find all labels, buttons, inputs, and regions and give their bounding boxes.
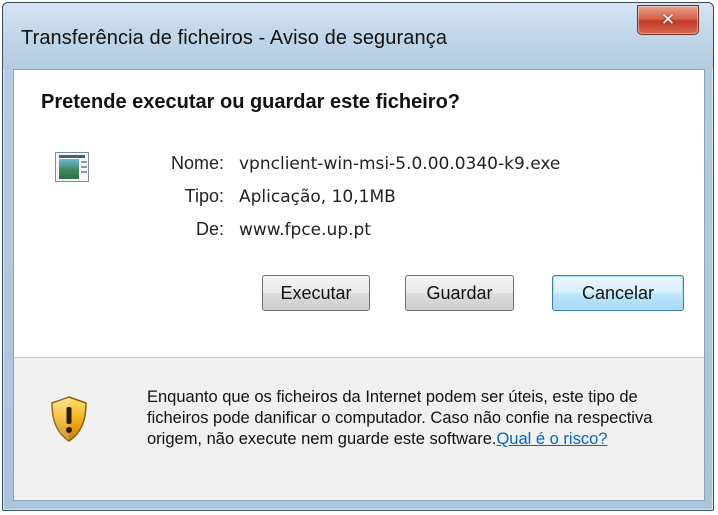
cancel-button[interactable]: Cancelar — [552, 275, 684, 311]
type-value: Aplicação, 10,1MB — [239, 187, 396, 207]
risk-link[interactable]: Qual é o risco? — [496, 430, 607, 448]
name-label: Nome: — [170, 153, 224, 173]
security-shield-icon — [51, 396, 87, 442]
dialog-heading: Pretende executar ou guardar este fichei… — [41, 91, 461, 113]
save-button[interactable]: Guardar — [405, 275, 514, 311]
type-label: Tipo: — [184, 186, 224, 206]
run-button[interactable]: Executar — [262, 275, 370, 311]
warning-text-block: Enquanto que os ficheiros da Internet po… — [147, 387, 692, 450]
from-label: De: — [195, 219, 224, 239]
name-value: vpnclient-win-msi-5.0.00.0340-k9.exe — [239, 154, 561, 174]
dialog-body: Pretende executar ou guardar este fichei… — [13, 69, 705, 501]
close-button[interactable]: ✕ — [637, 5, 699, 35]
title-bar[interactable]: Transferência de ficheiros - Aviso de se… — [3, 3, 713, 69]
dialog-window: Transferência de ficheiros - Aviso de se… — [2, 2, 714, 511]
warning-panel: Enquanto que os ficheiros da Internet po… — [14, 358, 704, 500]
close-icon: ✕ — [660, 10, 676, 30]
window-title: Transferência de ficheiros - Aviso de se… — [21, 27, 448, 49]
from-value: www.fpce.up.pt — [239, 220, 371, 240]
